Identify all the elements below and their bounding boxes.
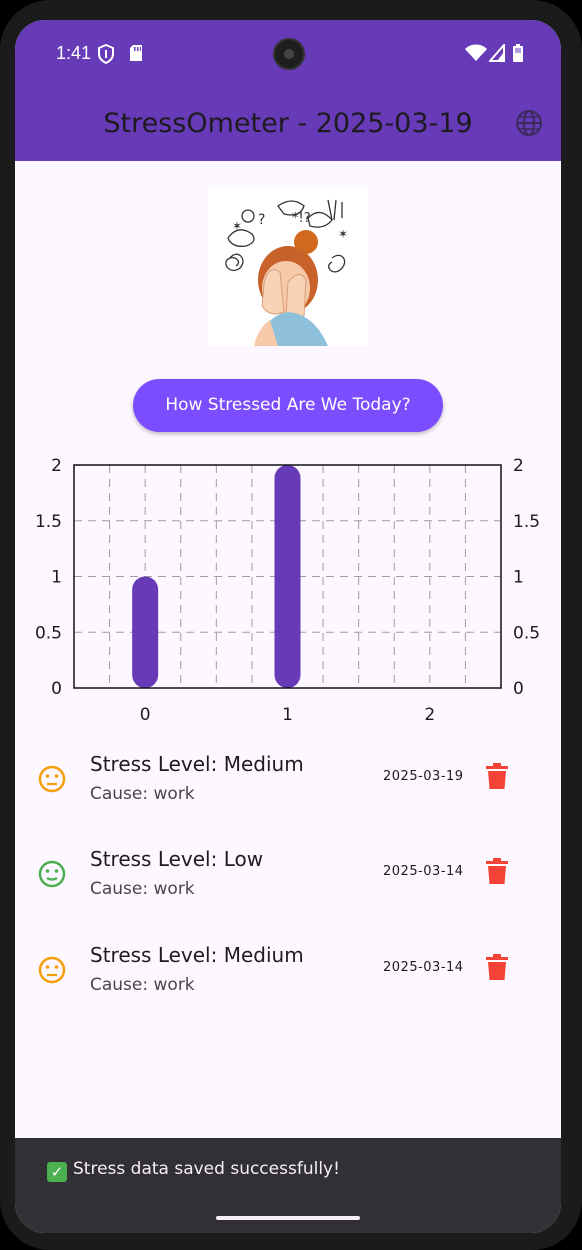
chart-bar (274, 465, 301, 688)
signal-icon (489, 44, 505, 62)
item-title: Stress Level: Medium (90, 752, 304, 776)
globe-icon[interactable] (515, 109, 543, 137)
snackbar-message-row: ✓ Stress data saved successfully! (47, 1159, 340, 1182)
item-cause: Cause: work (90, 784, 195, 804)
x-tick-label: 1 (282, 705, 293, 725)
chart-bar (132, 576, 159, 688)
delete-icon[interactable] (486, 763, 508, 789)
svg-text:✶: ✶ (232, 219, 242, 233)
y-tick-label-right: 0 (513, 679, 524, 699)
y-tick-label-left: 0.5 (35, 623, 62, 643)
svg-text:*!?: *!? (292, 211, 311, 226)
y-tick-label-right: 1 (513, 568, 524, 588)
svg-text:?: ? (258, 212, 265, 228)
x-tick-label: 2 (424, 705, 435, 725)
y-tick-label-left: 1 (51, 568, 62, 588)
list-item[interactable]: Stress Level: Medium Cause: work 2025-03… (15, 936, 561, 1026)
y-tick-label-left: 0 (51, 679, 62, 699)
home-indicator[interactable] (216, 1216, 360, 1220)
y-tick-label-right: 2 (513, 456, 524, 476)
status-bar: 1:41 (15, 20, 561, 88)
battery-icon (513, 44, 523, 62)
item-date: 2025-03-19 (383, 769, 464, 784)
delete-icon[interactable] (486, 954, 508, 980)
y-axis-right: 0 0.5 1 1.5 2 (513, 456, 540, 699)
check-mark-icon: ✓ (47, 1162, 67, 1182)
neutral-face-icon (38, 956, 66, 984)
screen: 1:41 StressOmeter - 2025-03-19 ? *!? ✶ ✶… (15, 20, 561, 1233)
sd-card-icon (130, 45, 142, 61)
item-cause: Cause: work (90, 879, 195, 899)
snackbar-message: Stress data saved successfully! (73, 1159, 340, 1179)
x-tick-label: 0 (140, 705, 151, 725)
item-date: 2025-03-14 (383, 960, 464, 975)
page-title: StressOmeter - 2025-03-19 (103, 108, 473, 139)
stress-chart: 0 0.5 1 1.5 2 0 0.5 1 1.5 2 0 1 2 (35, 456, 540, 725)
neutral-face-icon (38, 765, 66, 793)
svg-text:✶: ✶ (338, 227, 348, 241)
y-axis-left: 0 0.5 1 1.5 2 (35, 456, 62, 699)
wifi-icon (465, 44, 487, 61)
y-tick-label-right: 1.5 (513, 512, 540, 532)
front-camera (273, 38, 305, 70)
list-item[interactable]: Stress Level: Low Cause: work 2025-03-14 (15, 840, 561, 930)
item-date: 2025-03-14 (383, 864, 464, 879)
how-stressed-button[interactable]: How Stressed Are We Today? (133, 379, 443, 432)
neutral-face-icon (38, 860, 66, 888)
y-tick-label-left: 2 (51, 456, 62, 476)
list-item[interactable]: Stress Level: Medium Cause: work 2025-03… (15, 745, 561, 835)
item-title: Stress Level: Low (90, 847, 264, 871)
item-cause: Cause: work (90, 975, 195, 995)
shield-icon (98, 44, 114, 64)
stressed-woman-illustration: ? *!? ✶ ✶ (208, 188, 368, 346)
y-tick-label-right: 0.5 (513, 623, 540, 643)
item-title: Stress Level: Medium (90, 943, 304, 967)
status-time: 1:41 (56, 43, 92, 63)
delete-icon[interactable] (486, 858, 508, 884)
x-axis: 0 1 2 (140, 705, 435, 725)
y-tick-label-left: 1.5 (35, 512, 62, 532)
app-bar: StressOmeter - 2025-03-19 (15, 88, 561, 161)
